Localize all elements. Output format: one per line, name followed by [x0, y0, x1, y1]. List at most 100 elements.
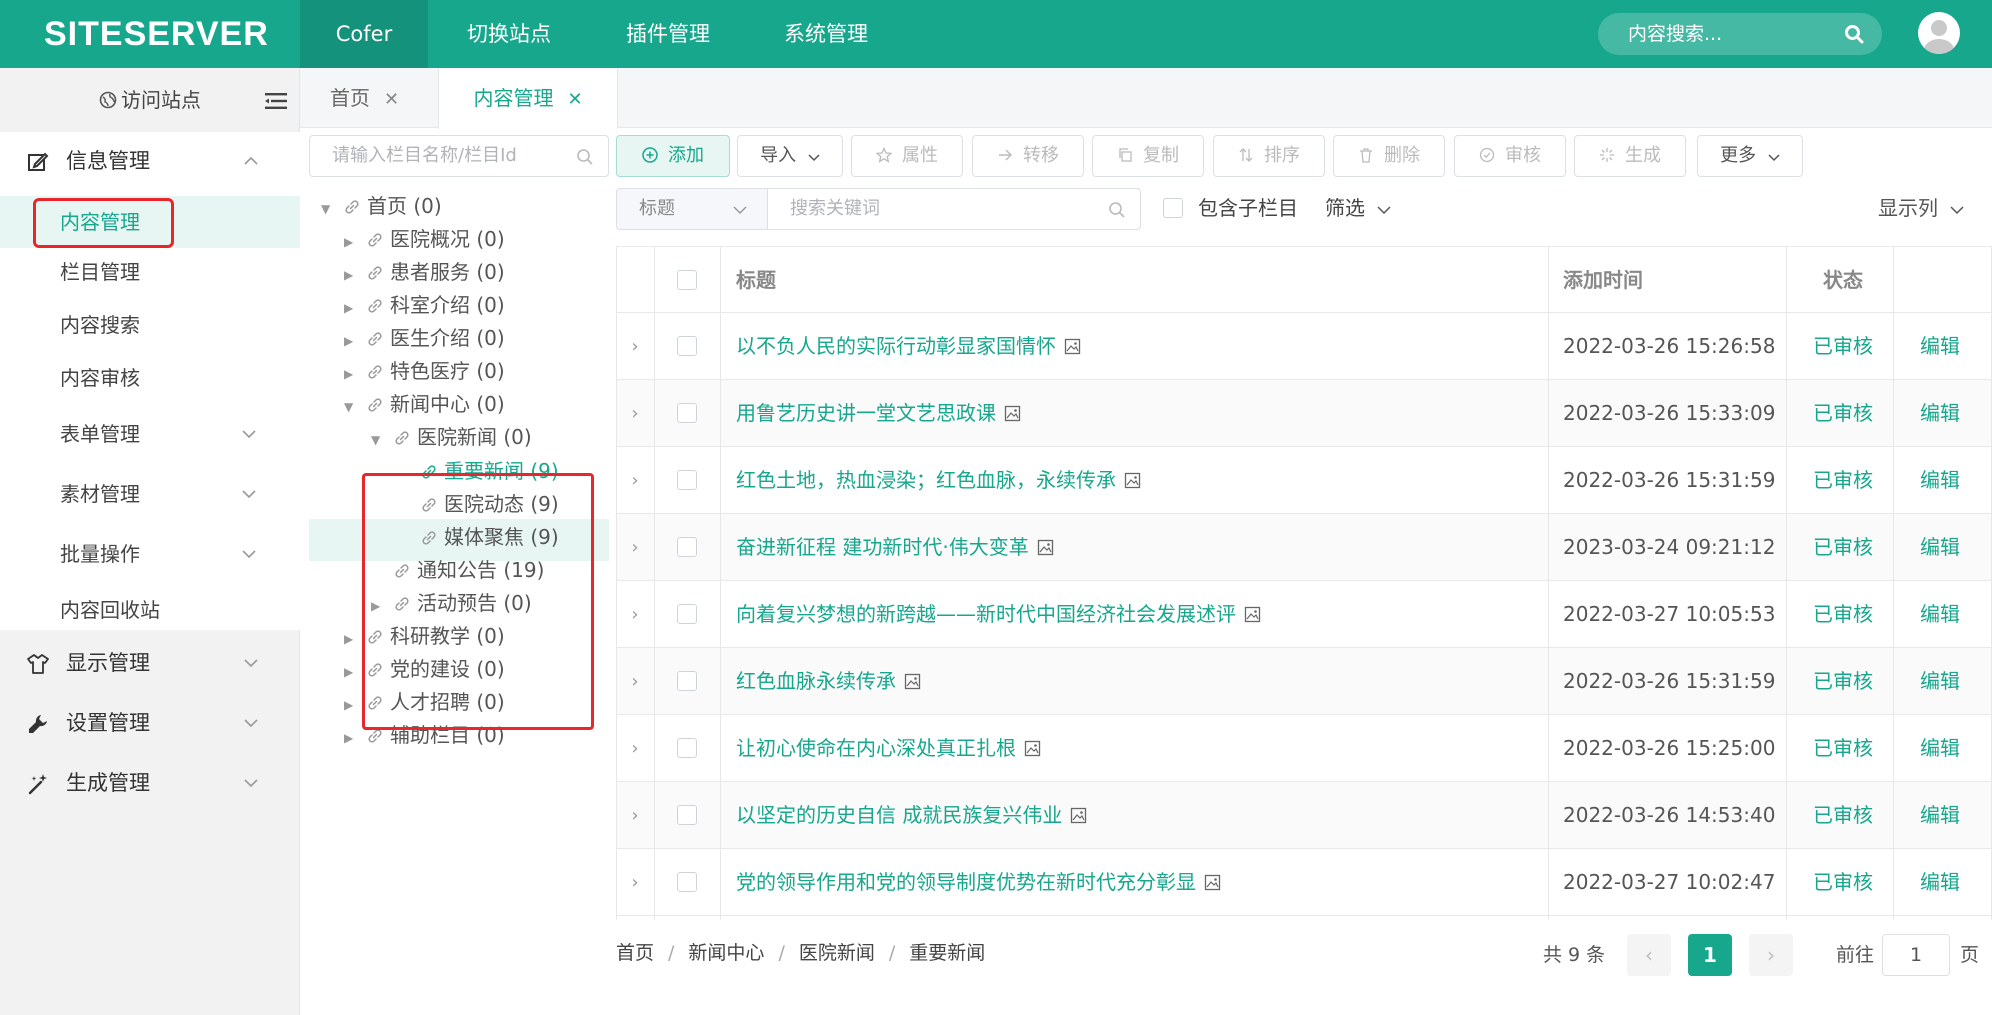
- row-edit-link[interactable]: 编辑: [1910, 648, 1970, 714]
- pager-prev-button[interactable]: ‹: [1627, 934, 1671, 976]
- row-status[interactable]: 已审核: [1808, 447, 1878, 513]
- caret-down-icon[interactable]: ▼: [371, 420, 385, 460]
- move-button[interactable]: 转移: [972, 135, 1084, 177]
- row-edit-link[interactable]: 编辑: [1910, 447, 1970, 513]
- row-status[interactable]: 已审核: [1808, 313, 1878, 379]
- include-subchannel-checkbox[interactable]: [1163, 198, 1183, 218]
- row-edit-link[interactable]: 编辑: [1910, 514, 1970, 580]
- columns-dropdown[interactable]: 显示列: [1878, 192, 1964, 221]
- expand-row-icon[interactable]: ›: [616, 581, 654, 647]
- row-title-link[interactable]: 向着复兴梦想的新跨越——新时代中国经济社会发展述评: [736, 581, 1261, 647]
- keyword-search-input[interactable]: 搜索关键词: [767, 188, 1141, 230]
- row-checkbox[interactable]: [654, 313, 720, 379]
- breadcrumb-item[interactable]: 医院新闻: [799, 942, 875, 964]
- close-icon[interactable]: ✕: [384, 70, 399, 130]
- nav-plugin-manage[interactable]: 插件管理: [590, 0, 746, 68]
- filter-dropdown[interactable]: 筛选: [1325, 192, 1391, 221]
- row-checkbox[interactable]: [654, 648, 720, 714]
- row-checkbox[interactable]: [654, 849, 720, 915]
- menu-group-display[interactable]: 显示管理: [0, 634, 300, 692]
- row-title-link[interactable]: 党的领导作用和党的领导制度优势在新时代充分彰显: [736, 849, 1221, 915]
- menu-fold-icon[interactable]: [265, 92, 287, 110]
- sidebar-item-batch-ops[interactable]: 批量操作: [60, 534, 300, 574]
- audit-button[interactable]: 审核: [1454, 135, 1566, 177]
- search-icon[interactable]: [1108, 201, 1126, 219]
- siteserver-logo[interactable]: SITESERVER: [44, 14, 269, 54]
- row-status[interactable]: 已审核: [1808, 782, 1878, 848]
- sidebar-item-form-manage[interactable]: 表单管理: [60, 414, 300, 454]
- tab-content-manage[interactable]: 内容管理 ✕: [438, 68, 618, 129]
- sidebar-item-content-audit[interactable]: 内容审核: [60, 358, 140, 398]
- row-title-link[interactable]: 用鲁艺历史讲一堂文艺思政课: [736, 380, 1021, 446]
- sidebar-item-material-manage[interactable]: 素材管理: [60, 474, 300, 514]
- caret-down-icon[interactable]: ▼: [321, 189, 335, 229]
- row-title-link[interactable]: 以坚定的历史自信 成就民族复兴伟业: [736, 782, 1087, 848]
- row-edit-link[interactable]: 编辑: [1910, 313, 1970, 379]
- expand-row-icon[interactable]: ›: [616, 849, 654, 915]
- sidebar-item-channel-manage[interactable]: 栏目管理: [60, 252, 140, 292]
- pager-next-button[interactable]: ›: [1749, 934, 1793, 976]
- pager-goto-input[interactable]: 1: [1882, 934, 1950, 976]
- row-status[interactable]: 已审核: [1808, 648, 1878, 714]
- row-checkbox[interactable]: [654, 715, 720, 781]
- nav-site-cofer[interactable]: Cofer: [300, 0, 428, 68]
- caret-down-icon[interactable]: ▼: [344, 387, 358, 427]
- row-title-link[interactable]: 红色血脉永续传承: [736, 648, 921, 714]
- import-button[interactable]: 导入: [737, 135, 843, 177]
- row-status[interactable]: 已审核: [1808, 514, 1878, 580]
- sort-button[interactable]: 排序: [1213, 135, 1325, 177]
- row-checkbox[interactable]: [654, 380, 720, 446]
- row-title-link[interactable]: 以不负人民的实际行动彰显家国情怀: [736, 313, 1081, 379]
- user-avatar[interactable]: [1918, 12, 1960, 54]
- row-edit-link[interactable]: 编辑: [1910, 715, 1970, 781]
- breadcrumb-item[interactable]: 新闻中心: [688, 942, 764, 964]
- nav-switch-site[interactable]: 切换站点: [428, 0, 590, 68]
- breadcrumb-item[interactable]: 首页: [616, 942, 654, 964]
- select-all-checkbox[interactable]: [654, 247, 720, 312]
- expand-row-icon[interactable]: ›: [616, 313, 654, 379]
- caret-right-icon[interactable]: ▶: [344, 718, 358, 758]
- row-status[interactable]: 已审核: [1808, 715, 1878, 781]
- pager-page-button[interactable]: 1: [1688, 934, 1732, 976]
- include-subchannel-label[interactable]: 包含子栏目: [1198, 192, 1298, 221]
- copy-button[interactable]: 复制: [1092, 135, 1204, 177]
- sidebar-item-content-manage[interactable]: 内容管理: [0, 196, 300, 248]
- menu-group-settings[interactable]: 设置管理: [0, 694, 300, 752]
- expand-row-icon[interactable]: ›: [616, 514, 654, 580]
- expand-row-icon[interactable]: ›: [616, 648, 654, 714]
- row-edit-link[interactable]: 编辑: [1910, 782, 1970, 848]
- close-icon[interactable]: ✕: [567, 70, 582, 130]
- add-button[interactable]: 添加: [616, 135, 730, 177]
- row-status[interactable]: 已审核: [1808, 849, 1878, 915]
- row-checkbox[interactable]: [654, 782, 720, 848]
- nav-system-manage[interactable]: 系统管理: [746, 0, 906, 68]
- menu-group-generate[interactable]: 生成管理: [0, 754, 300, 812]
- tab-home[interactable]: 首页 ✕: [330, 68, 399, 128]
- more-button[interactable]: 更多: [1697, 135, 1803, 177]
- sidebar-item-recycle-bin[interactable]: 内容回收站: [60, 590, 160, 630]
- expand-row-icon[interactable]: ›: [616, 380, 654, 446]
- expand-row-icon[interactable]: ›: [616, 447, 654, 513]
- content-search-input[interactable]: 内容搜索...: [1598, 13, 1882, 55]
- search-field-select[interactable]: 标题: [616, 188, 768, 230]
- search-icon[interactable]: [1844, 24, 1864, 44]
- row-status[interactable]: 已审核: [1808, 581, 1878, 647]
- row-edit-link[interactable]: 编辑: [1910, 581, 1970, 647]
- expand-row-icon[interactable]: ›: [616, 782, 654, 848]
- menu-group-info[interactable]: 信息管理: [0, 132, 300, 190]
- row-checkbox[interactable]: [654, 514, 720, 580]
- row-status[interactable]: 已审核: [1808, 380, 1878, 446]
- row-edit-link[interactable]: 编辑: [1910, 380, 1970, 446]
- row-checkbox[interactable]: [654, 447, 720, 513]
- expand-row-icon[interactable]: ›: [616, 715, 654, 781]
- row-edit-link[interactable]: 编辑: [1910, 849, 1970, 915]
- visit-site-link[interactable]: 访问站点: [0, 68, 300, 132]
- row-title-link[interactable]: 让初心使命在内心深处真正扎根: [736, 715, 1041, 781]
- delete-button[interactable]: 删除: [1333, 135, 1445, 177]
- row-title-link[interactable]: 红色土地，热血浸染；红色血脉，永续传承: [736, 447, 1141, 513]
- generate-button[interactable]: 生成: [1574, 135, 1686, 177]
- sidebar-item-content-search[interactable]: 内容搜索: [60, 305, 140, 345]
- channel-search-input[interactable]: 请输入栏目名称/栏目Id: [309, 135, 609, 177]
- attribute-button[interactable]: 属性: [851, 135, 963, 177]
- row-title-link[interactable]: 奋进新征程 建功新时代·伟大变革: [736, 514, 1054, 580]
